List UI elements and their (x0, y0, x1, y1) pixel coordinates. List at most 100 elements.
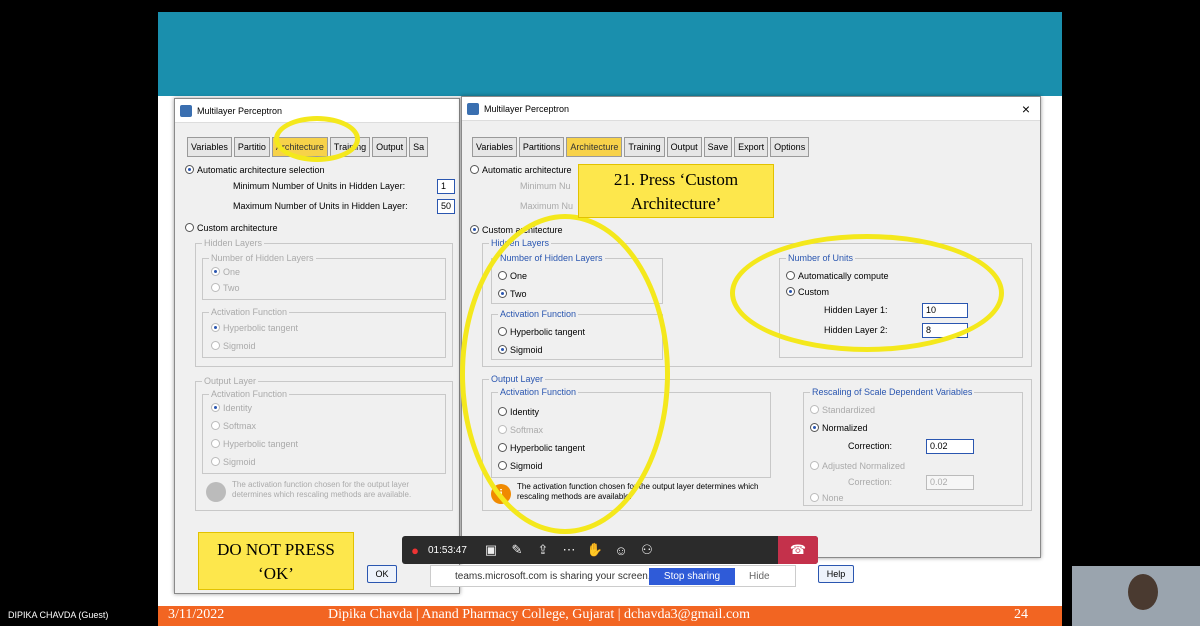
tab-bar: Variables Partitions Architecture Traini… (472, 137, 810, 157)
radio-icon (810, 423, 819, 432)
back-activation-group: Activation Function Hyperbolic tangent S… (202, 307, 446, 358)
footer-date: 3/11/2022 (168, 607, 225, 622)
back-sigmoid-radio: Sigmoid (211, 341, 256, 351)
back-custom-label: Custom architecture (197, 223, 278, 233)
step-callout: 21. Press ‘Custom Architecture’ (578, 164, 774, 218)
back-out-hyperbolic-label: Hyperbolic tangent (223, 439, 299, 449)
radio-icon (211, 421, 220, 430)
back-softmax-label: Softmax (223, 421, 257, 431)
mic-off-icon[interactable]: ✎ (504, 542, 530, 558)
dialog-title: Multilayer Perceptron (484, 104, 570, 114)
self-video-thumbnail (1072, 566, 1200, 626)
back-sigmoid-label: Sigmoid (223, 341, 256, 351)
back-out-sigmoid-radio: Sigmoid (211, 457, 256, 467)
hide-button[interactable]: Hide (749, 571, 770, 582)
share-screen-icon[interactable]: ⇪ (530, 542, 556, 558)
tab-output[interactable]: Output (666, 137, 702, 157)
tab-architecture[interactable]: Architecture (566, 137, 623, 157)
avatar (1128, 574, 1158, 610)
raise-hand-icon[interactable]: ✋ (582, 542, 608, 558)
help-button[interactable]: Help (818, 565, 854, 583)
back-custom-radio[interactable]: Custom architecture (185, 223, 278, 233)
stop-sharing-button[interactable]: Stop sharing (649, 568, 735, 585)
radio-icon (211, 283, 220, 292)
back-output-layer-legend: Output Layer (202, 376, 259, 386)
tab-save[interactable]: Save (703, 137, 733, 157)
back-out-activation-legend: Activation Function (209, 389, 290, 399)
back-out-activation-group: Activation Function Identity Softmax Hyp… (202, 389, 446, 474)
back-auto-radio[interactable]: Automatic architecture selection (185, 165, 325, 175)
hang-up-icon[interactable]: ☎ (778, 536, 818, 564)
back-hyperbolic-radio: Hyperbolic tangent (211, 323, 298, 333)
back-hidden-layers-legend: Hidden Layers (202, 238, 265, 248)
rescaling-group: Rescaling of Scale Dependent Variables S… (803, 387, 1023, 506)
back-ok-button[interactable]: OK (367, 565, 397, 583)
back-info-icon (206, 482, 226, 502)
back-tab-save[interactable]: Sa (409, 137, 429, 157)
presentation-slide: 3/11/2022 Dipika Chavda | Anand Pharmacy… (158, 12, 1062, 626)
camera-off-icon[interactable]: ▣ (478, 542, 504, 558)
teams-call-toolbar: ● 01:53:47 ▣ ✎ ⇪ ⋯ ✋ ☺ ⚇ ☎ (402, 536, 818, 564)
back-out-sigmoid-label: Sigmoid (223, 457, 256, 467)
tab-export[interactable]: Export (734, 137, 769, 157)
footer-author: Dipika Chavda | Anand Pharmacy College, … (328, 607, 751, 622)
back-info-text: The activation function chosen for the o… (232, 480, 412, 499)
back-dialog: Multilayer Perceptron Variables Partitio… (174, 98, 460, 594)
sharing-text: teams.microsoft.com is sharing your scre… (455, 571, 651, 582)
close-icon[interactable]: × (1022, 97, 1030, 121)
tab-options[interactable]: Options (770, 137, 810, 157)
back-one-radio: One (211, 267, 240, 277)
radio-icon (185, 165, 194, 174)
correction-input[interactable]: 0.02 (926, 439, 974, 454)
slide-footer: 3/11/2022 Dipika Chavda | Anand Pharmacy… (158, 606, 1062, 626)
back-min-label: Minimum Number of Units in Hidden Layer: (233, 181, 406, 191)
back-num-hidden-group: Number of Hidden Layers One Two (202, 253, 446, 300)
back-tab-variables[interactable]: Variables (187, 137, 232, 157)
sharing-banner: teams.microsoft.com is sharing your scre… (430, 565, 796, 587)
adjusted-normalized-radio: Adjusted Normalized (810, 461, 905, 471)
tab-training[interactable]: Training (624, 137, 665, 157)
max-units-label: Maximum Nu (520, 201, 574, 211)
adj-correction-label: Correction: (848, 477, 893, 487)
back-identity-radio: Identity (211, 403, 252, 413)
call-timer: 01:53:47 (428, 544, 467, 556)
normalized-label: Normalized (822, 423, 868, 433)
auto-architecture-radio[interactable]: Automatic architecture (470, 165, 572, 175)
min-units-label: Minimum Nu (520, 181, 571, 191)
participant-name: DIPIKA CHAVDA (Guest) (8, 610, 109, 620)
rescaling-legend: Rescaling of Scale Dependent Variables (810, 387, 975, 397)
radio-icon (211, 403, 220, 412)
back-out-hyperbolic-radio: Hyperbolic tangent (211, 439, 298, 449)
tab-partitions[interactable]: Partitions (518, 137, 565, 157)
normalized-radio[interactable]: Normalized (810, 423, 868, 433)
back-max-label: Maximum Number of Units in Hidden Layer: (233, 201, 408, 211)
correction-label: Correction: (848, 441, 893, 451)
chat-icon[interactable]: ☺ (608, 543, 634, 558)
slide-header-band (158, 12, 1062, 96)
back-one-label: One (223, 267, 241, 277)
radio-icon (211, 439, 220, 448)
back-tab-partitions[interactable]: Partitio (233, 137, 270, 157)
highlight-number-of-units (730, 234, 1004, 352)
footer-page: 24 (1014, 607, 1028, 622)
adj-correction-input: 0.02 (926, 475, 974, 490)
tab-variables[interactable]: Variables (472, 137, 517, 157)
none-label: None (822, 493, 844, 503)
back-two-label: Two (223, 283, 240, 293)
radio-icon (810, 461, 819, 470)
back-identity-label: Identity (223, 403, 253, 413)
radio-icon (211, 267, 220, 276)
more-options-icon[interactable]: ⋯ (556, 542, 582, 558)
participants-icon[interactable]: ⚇ (634, 542, 660, 558)
back-tab-output[interactable]: Output (372, 137, 408, 157)
adjusted-normalized-label: Adjusted Normalized (822, 461, 906, 471)
radio-icon (211, 341, 220, 350)
auto-architecture-label: Automatic architecture (482, 165, 572, 175)
back-min-input[interactable]: 1 (437, 179, 455, 194)
back-max-input[interactable]: 50 (437, 199, 455, 214)
radio-icon (185, 223, 194, 232)
radio-icon (810, 493, 819, 502)
standardized-radio: Standardized (810, 405, 875, 415)
radio-icon (470, 225, 479, 234)
standardized-label: Standardized (822, 405, 876, 415)
